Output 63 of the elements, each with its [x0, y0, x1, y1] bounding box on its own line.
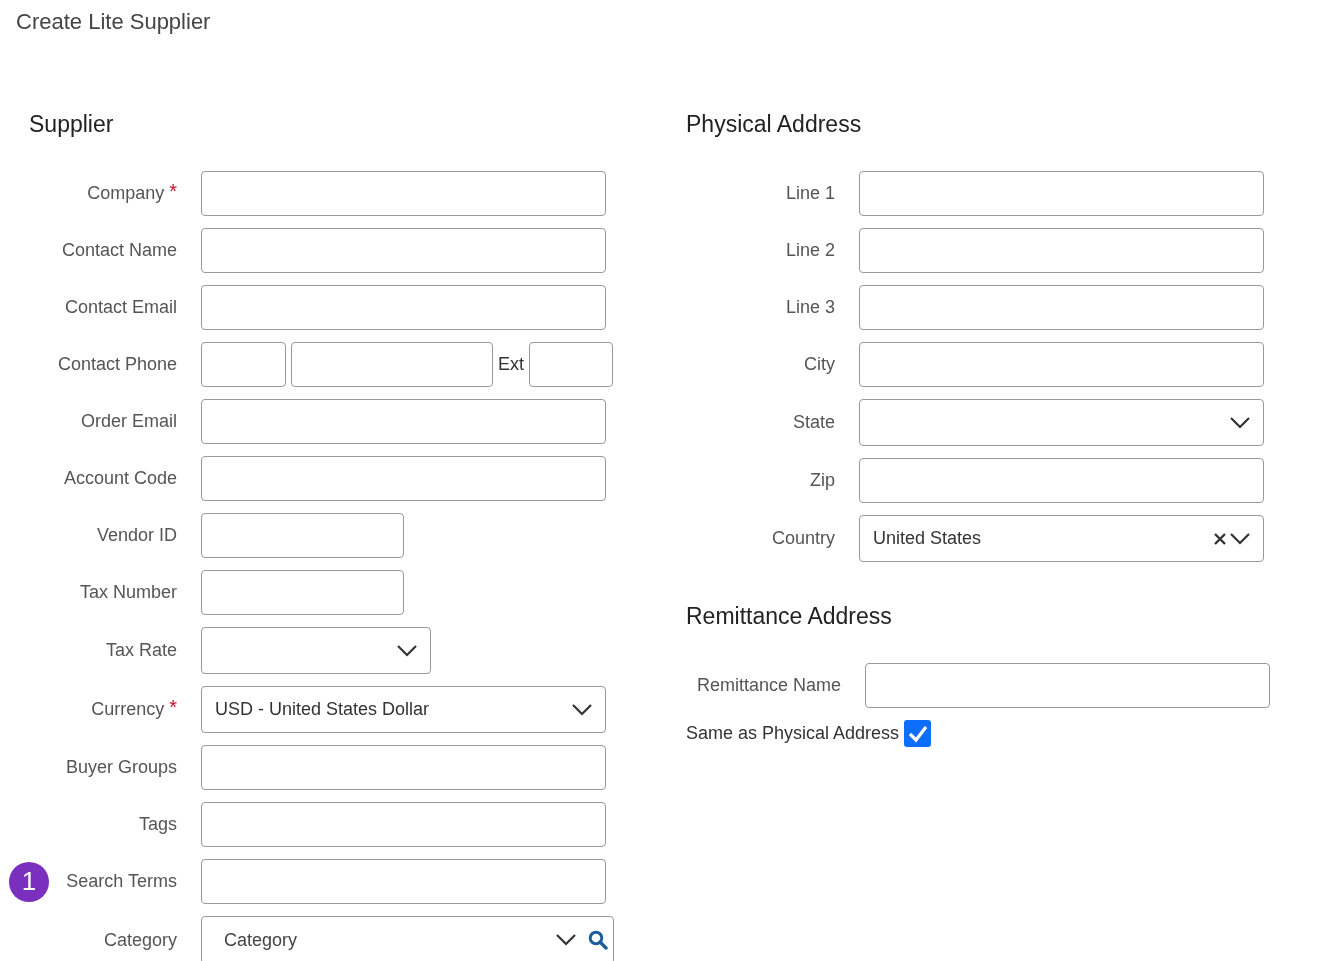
extension-field[interactable] — [529, 342, 613, 387]
field-label: Tax Number — [79, 582, 177, 603]
required-asterisk: * — [169, 699, 177, 714]
field-label: Tax Rate — [105, 640, 177, 661]
input-field[interactable] — [201, 513, 404, 558]
input-field[interactable] — [201, 228, 606, 273]
input-field[interactable] — [859, 171, 1264, 216]
field-label: Contact Name — [61, 240, 177, 261]
required-asterisk: * — [169, 183, 177, 198]
dropdown-field[interactable] — [859, 399, 1264, 446]
input-field[interactable] — [201, 745, 606, 790]
input-field[interactable] — [865, 663, 1271, 708]
section-heading: Physical Address — [686, 110, 863, 138]
checkbox-label: Same as Physical Address — [686, 723, 900, 744]
dropdown-field[interactable]: United States — [859, 515, 1264, 562]
field-label: Account Code — [63, 468, 177, 489]
input-field[interactable] — [201, 399, 606, 444]
ext-label: Ext — [498, 354, 524, 375]
field-label: Remittance Name — [697, 675, 842, 696]
field-label: Tags — [138, 814, 177, 835]
field-label: Buyer Groups — [65, 757, 177, 778]
field-label: Vendor ID — [96, 525, 177, 546]
input-field[interactable] — [201, 456, 606, 501]
field-label: Category — [103, 929, 177, 951]
field-label: Line 1 — [785, 183, 835, 204]
field-label: Contact Phone — [57, 354, 177, 375]
field-label: Company — [87, 183, 165, 204]
chevron-down-icon — [572, 703, 592, 716]
chevron-down-icon — [1230, 532, 1250, 545]
input-field[interactable] — [201, 285, 606, 330]
input-field[interactable] — [201, 859, 606, 904]
field-label: Contact Email — [64, 297, 177, 318]
field-label: Zip — [810, 470, 835, 491]
section-heading: Supplier — [28, 110, 115, 138]
page-title: Create Lite Supplier — [16, 9, 211, 35]
phone-number-field[interactable] — [291, 342, 493, 387]
step-marker: 1 — [9, 861, 49, 902]
section-heading: Remittance Address — [686, 602, 893, 630]
field-label: Country — [771, 528, 835, 549]
input-field[interactable] — [859, 285, 1264, 330]
input-field[interactable] — [859, 228, 1264, 273]
field-label: Line 2 — [785, 240, 835, 261]
input-field[interactable] — [201, 570, 404, 615]
chevron-down-icon — [1230, 416, 1250, 429]
field-label: Order Email — [80, 411, 177, 432]
input-field[interactable] — [201, 171, 606, 216]
field-label: City — [804, 354, 835, 375]
field-label: Line 3 — [785, 297, 835, 318]
area-code-field[interactable] — [201, 342, 286, 387]
dropdown-field[interactable]: USD - United States Dollar — [201, 686, 606, 733]
field-label: Currency — [91, 699, 165, 720]
chevron-down-icon — [397, 644, 417, 657]
input-field[interactable] — [201, 802, 606, 847]
search-icon[interactable] — [588, 930, 608, 950]
field-label: State — [792, 412, 835, 433]
input-field[interactable] — [859, 458, 1264, 503]
input-field[interactable] — [859, 342, 1264, 387]
chevron-down-icon — [556, 934, 576, 946]
field-label: Search Terms — [66, 871, 177, 892]
dropdown-field[interactable] — [201, 627, 431, 674]
checkbox[interactable] — [904, 720, 932, 747]
category-field[interactable]: Category — [201, 916, 614, 961]
clear-icon[interactable] — [1214, 532, 1226, 545]
